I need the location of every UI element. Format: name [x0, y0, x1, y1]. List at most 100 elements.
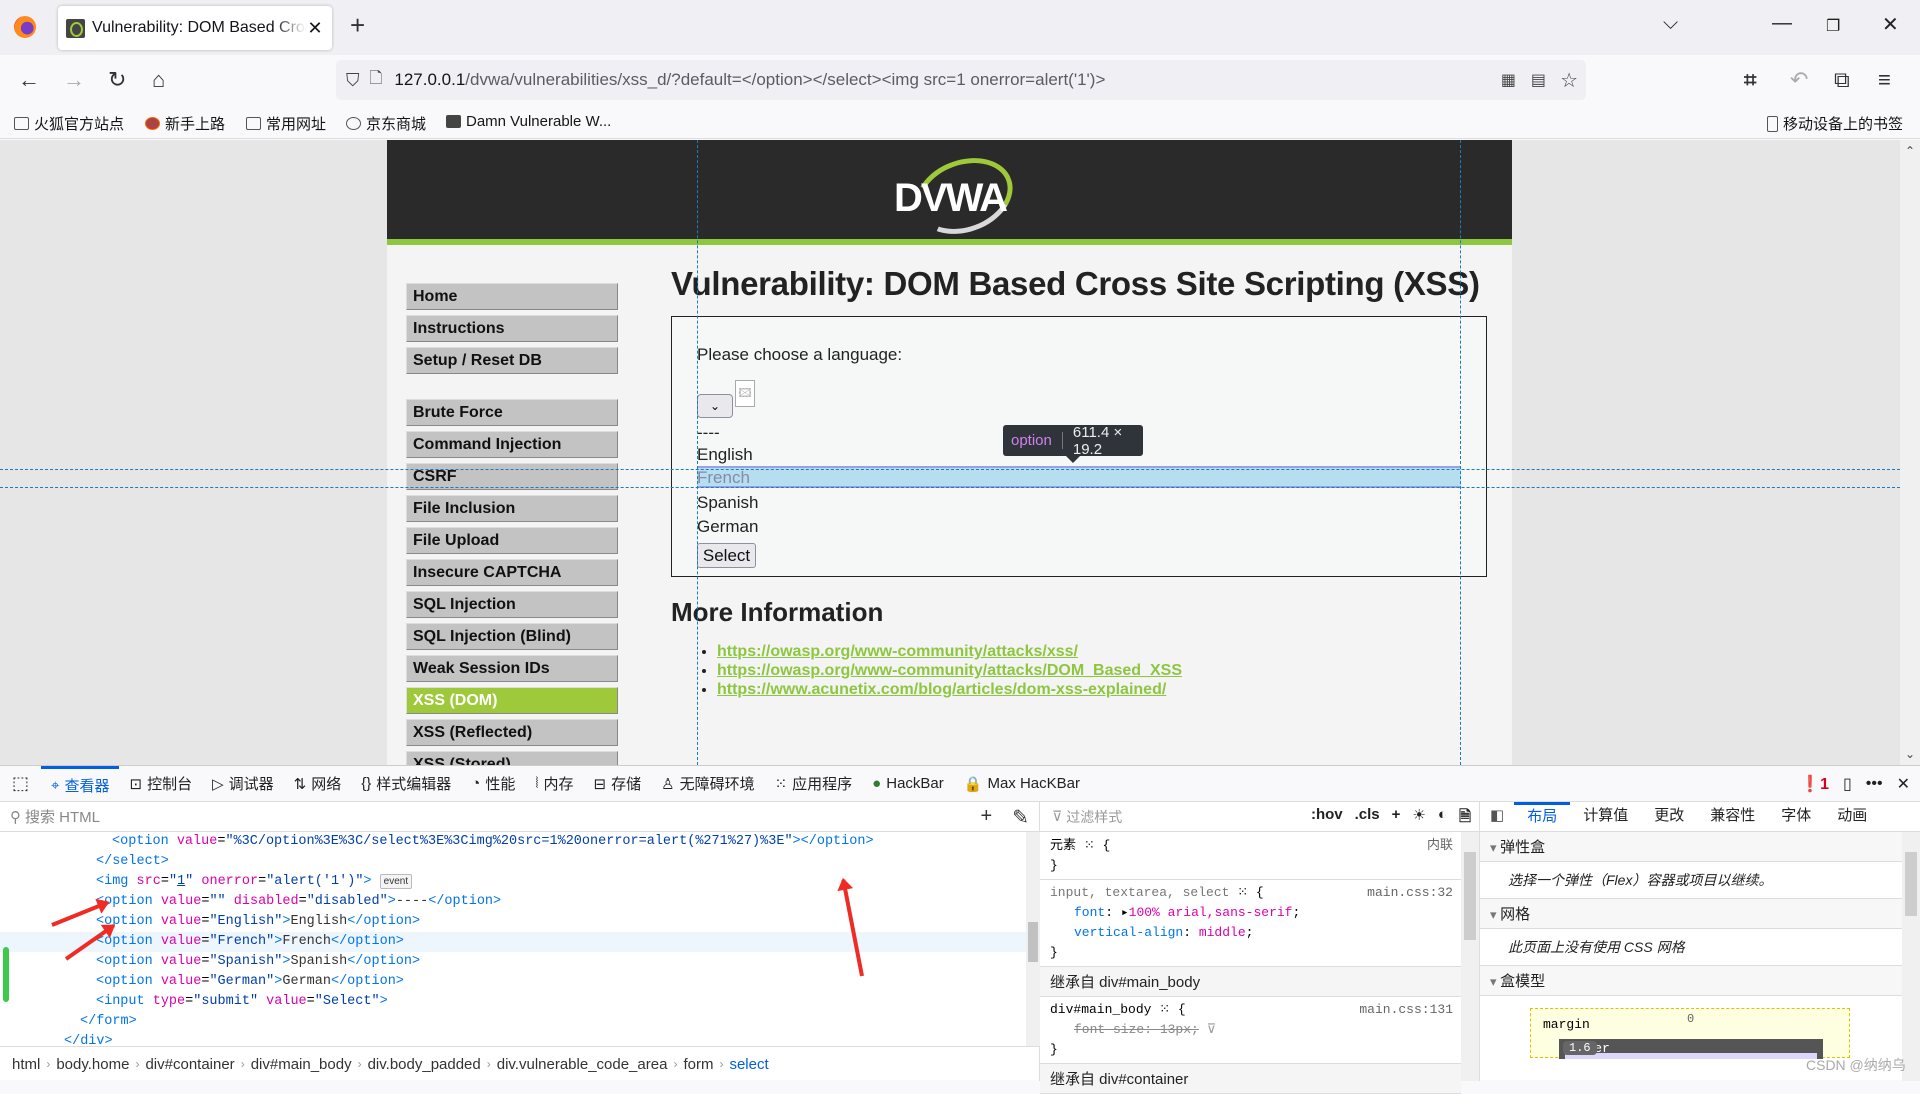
markup-node-line[interactable]: <option value="Spanish">Spanish</option> — [0, 952, 1040, 972]
scroll-down-icon[interactable]: ⌄ — [1900, 747, 1920, 761]
reload-icon[interactable]: ↻ — [108, 67, 126, 93]
sidebar-item-insecure-captcha[interactable]: Insecure CAPTCHA — [406, 559, 618, 586]
extensions-puzzle-icon[interactable]: ⧉ — [1834, 67, 1850, 93]
breadcrumb-item[interactable]: div.body_padded — [368, 1056, 481, 1073]
layout-scrollbar[interactable] — [1902, 832, 1920, 1081]
tab-max-hackbar[interactable]: 🔒 Max HacKBar — [954, 766, 1090, 802]
bookmark-item[interactable]: Damn Vulnerable W... — [446, 113, 611, 130]
option-placeholder[interactable]: ---- — [697, 423, 720, 443]
link-owasp-xss[interactable]: https://owasp.org/www-community/attacks/… — [717, 643, 1078, 660]
element-picker-icon[interactable]: ⬚ — [0, 766, 41, 802]
close-window-button[interactable]: ✕ — [1882, 12, 1899, 37]
markup-node-line[interactable]: <option value="German">German</option> — [0, 972, 1040, 992]
new-tab-button[interactable]: + — [350, 10, 365, 41]
layout-tab[interactable]: 字体 — [1768, 802, 1824, 832]
mobile-bookmarks[interactable]: 移动设备上的书签 — [1767, 113, 1903, 134]
home-icon[interactable]: ⌂ — [152, 67, 165, 93]
layout-tab[interactable]: 动画 — [1824, 802, 1880, 832]
markup-node-line[interactable]: </div> — [0, 1032, 1040, 1046]
close-devtools-icon[interactable]: ✕ — [1897, 774, 1910, 794]
print-media-icon[interactable]: 🗎 — [1459, 806, 1471, 831]
tab-accessibility[interactable]: ♙ 无障碍环境 — [651, 766, 764, 802]
toggle-sidebar-icon[interactable]: ◧ — [1480, 802, 1514, 832]
add-node-icon[interactable]: + — [981, 805, 993, 830]
sidebar-item-weak-session-ids[interactable]: Weak Session IDs — [406, 655, 618, 682]
tab-list-chevron-down-icon[interactable]: ⌵ — [1663, 12, 1678, 35]
sidebar-item-sql-injection[interactable]: SQL Injection — [406, 591, 618, 618]
page-scrollbar[interactable]: ⌃ ⌄ — [1900, 140, 1920, 765]
html-search-input[interactable]: 搜索 HTML — [25, 806, 100, 827]
language-select[interactable]: ⌄ — [697, 394, 733, 418]
sidebar-item-sql-injection-blind[interactable]: SQL Injection (Blind) — [406, 623, 618, 650]
responsive-design-icon[interactable]: ▯ — [1843, 774, 1852, 794]
layout-tab[interactable]: 布局 — [1514, 801, 1571, 832]
cls-toggle[interactable]: .cls — [1355, 806, 1380, 831]
markup-node-line[interactable]: <option value="%3C/option%3E%3C/select%3… — [0, 832, 1040, 852]
event-badge[interactable]: event — [379, 874, 413, 889]
eyedropper-icon[interactable]: ✎ — [1012, 805, 1029, 830]
tab-network[interactable]: ⇅ 网络 — [284, 766, 352, 802]
tab-storage[interactable]: ⊟ 存储 — [584, 766, 652, 802]
restore-button[interactable]: ❐ — [1826, 16, 1840, 36]
bookmark-item[interactable]: 火狐官方站点 — [14, 113, 124, 134]
rules-scrollbar[interactable] — [1461, 832, 1479, 1081]
tab-hackbar[interactable]: ● HackBar — [862, 766, 954, 802]
forward-arrow-icon[interactable]: → — [63, 67, 85, 93]
tab-style-editor[interactable]: {} 样式编辑器 — [351, 766, 461, 802]
option-english[interactable]: English — [697, 445, 753, 465]
back-arrow-icon[interactable]: ← — [18, 67, 40, 93]
markup-node-line[interactable]: <option value="" disabled="disabled">---… — [0, 892, 1040, 912]
option-german[interactable]: German — [697, 517, 758, 537]
tab-memory[interactable]: ⦚ 内存 — [525, 766, 583, 802]
markup-scrollbar[interactable] — [1026, 832, 1040, 1046]
markup-node-line[interactable]: <option value="French">French</option> — [0, 932, 1040, 952]
rule-source-link[interactable]: main.css:32 — [1367, 883, 1453, 903]
error-count[interactable]: ❗1 — [1800, 774, 1829, 794]
screenshot-crop-icon[interactable]: ⌗ — [1744, 67, 1756, 93]
markup-node-line[interactable]: <input type="submit" value="Select"> — [0, 992, 1040, 1012]
close-tab-icon[interactable]: ✕ — [306, 18, 324, 39]
filter-styles-input[interactable]: 过滤样式 — [1066, 807, 1122, 827]
sidebar-item-brute-force[interactable]: Brute Force — [406, 399, 618, 426]
undo-arrow-icon[interactable]: ↶ — [1790, 67, 1808, 93]
layout-tab[interactable]: 计算值 — [1570, 802, 1641, 832]
shield-icon[interactable]: ⛉ — [346, 70, 360, 91]
dark-theme-icon[interactable]: ◐ — [1438, 806, 1447, 831]
option-spanish[interactable]: Spanish — [697, 493, 758, 513]
breadcrumb-item[interactable]: div#container — [145, 1056, 234, 1073]
sidebar-item-xss-dom[interactable]: XSS (DOM) — [406, 687, 618, 714]
link-acunetix-dom-xss[interactable]: https://www.acunetix.com/blog/articles/d… — [717, 681, 1166, 698]
reader-view-icon[interactable]: ▤ — [1531, 70, 1546, 90]
scrollbar-thumb[interactable] — [1905, 852, 1917, 916]
box-model-section-header[interactable]: 盒模型 — [1480, 966, 1902, 996]
add-rule-icon[interactable]: + — [1392, 806, 1401, 831]
qr-code-icon[interactable]: ▦ — [1501, 70, 1516, 90]
markup-node-line[interactable]: </select> — [0, 852, 1040, 872]
bookmark-item[interactable]: 新手上路 — [145, 113, 225, 134]
breadcrumb-item[interactable]: div#main_body — [251, 1056, 352, 1073]
sidebar-item-file-inclusion[interactable]: File Inclusion — [406, 495, 618, 522]
grid-section-header[interactable]: 网格 — [1480, 899, 1902, 929]
link-owasp-dom-xss[interactable]: https://owasp.org/www-community/attacks/… — [717, 662, 1182, 679]
sidebar-item-csrf[interactable]: CSRF — [406, 463, 618, 490]
tab-console[interactable]: ⊡ 控制台 — [119, 766, 202, 802]
sidebar-item-xss-stored[interactable]: XSS (Stored) — [406, 751, 618, 765]
markup-node-line[interactable]: </form> — [0, 1012, 1040, 1032]
breadcrumb-item[interactable]: select — [729, 1056, 768, 1073]
sidebar-item-setup-reset-db[interactable]: Setup / Reset DB — [406, 347, 618, 374]
margin-value[interactable]: 0 — [1687, 1012, 1694, 1026]
layout-tab[interactable]: 更改 — [1641, 802, 1697, 832]
sidebar-item-home[interactable]: Home — [406, 283, 618, 310]
scroll-up-icon[interactable]: ⌃ — [1900, 144, 1920, 158]
minimize-button[interactable]: — — [1772, 12, 1792, 35]
light-theme-icon[interactable]: ☀ — [1412, 806, 1425, 831]
filter-icon[interactable]: ⊽ — [1207, 1022, 1217, 1037]
sidebar-item-xss-reflected[interactable]: XSS (Reflected) — [406, 719, 618, 746]
breadcrumb-item[interactable]: html — [12, 1056, 40, 1073]
sidebar-item-command-injection[interactable]: Command Injection — [406, 431, 618, 458]
bookmark-star-icon[interactable]: ☆ — [1560, 68, 1578, 93]
url-bar[interactable]: ⛉ 🗋 127.0.0.1/dvwa/vulnerabilities/xss_d… — [336, 60, 1586, 100]
menu-hamburger-icon[interactable]: ≡ — [1878, 67, 1891, 93]
layout-tab[interactable]: 兼容性 — [1697, 802, 1768, 832]
flexbox-section-header[interactable]: 弹性盒 — [1480, 832, 1902, 862]
